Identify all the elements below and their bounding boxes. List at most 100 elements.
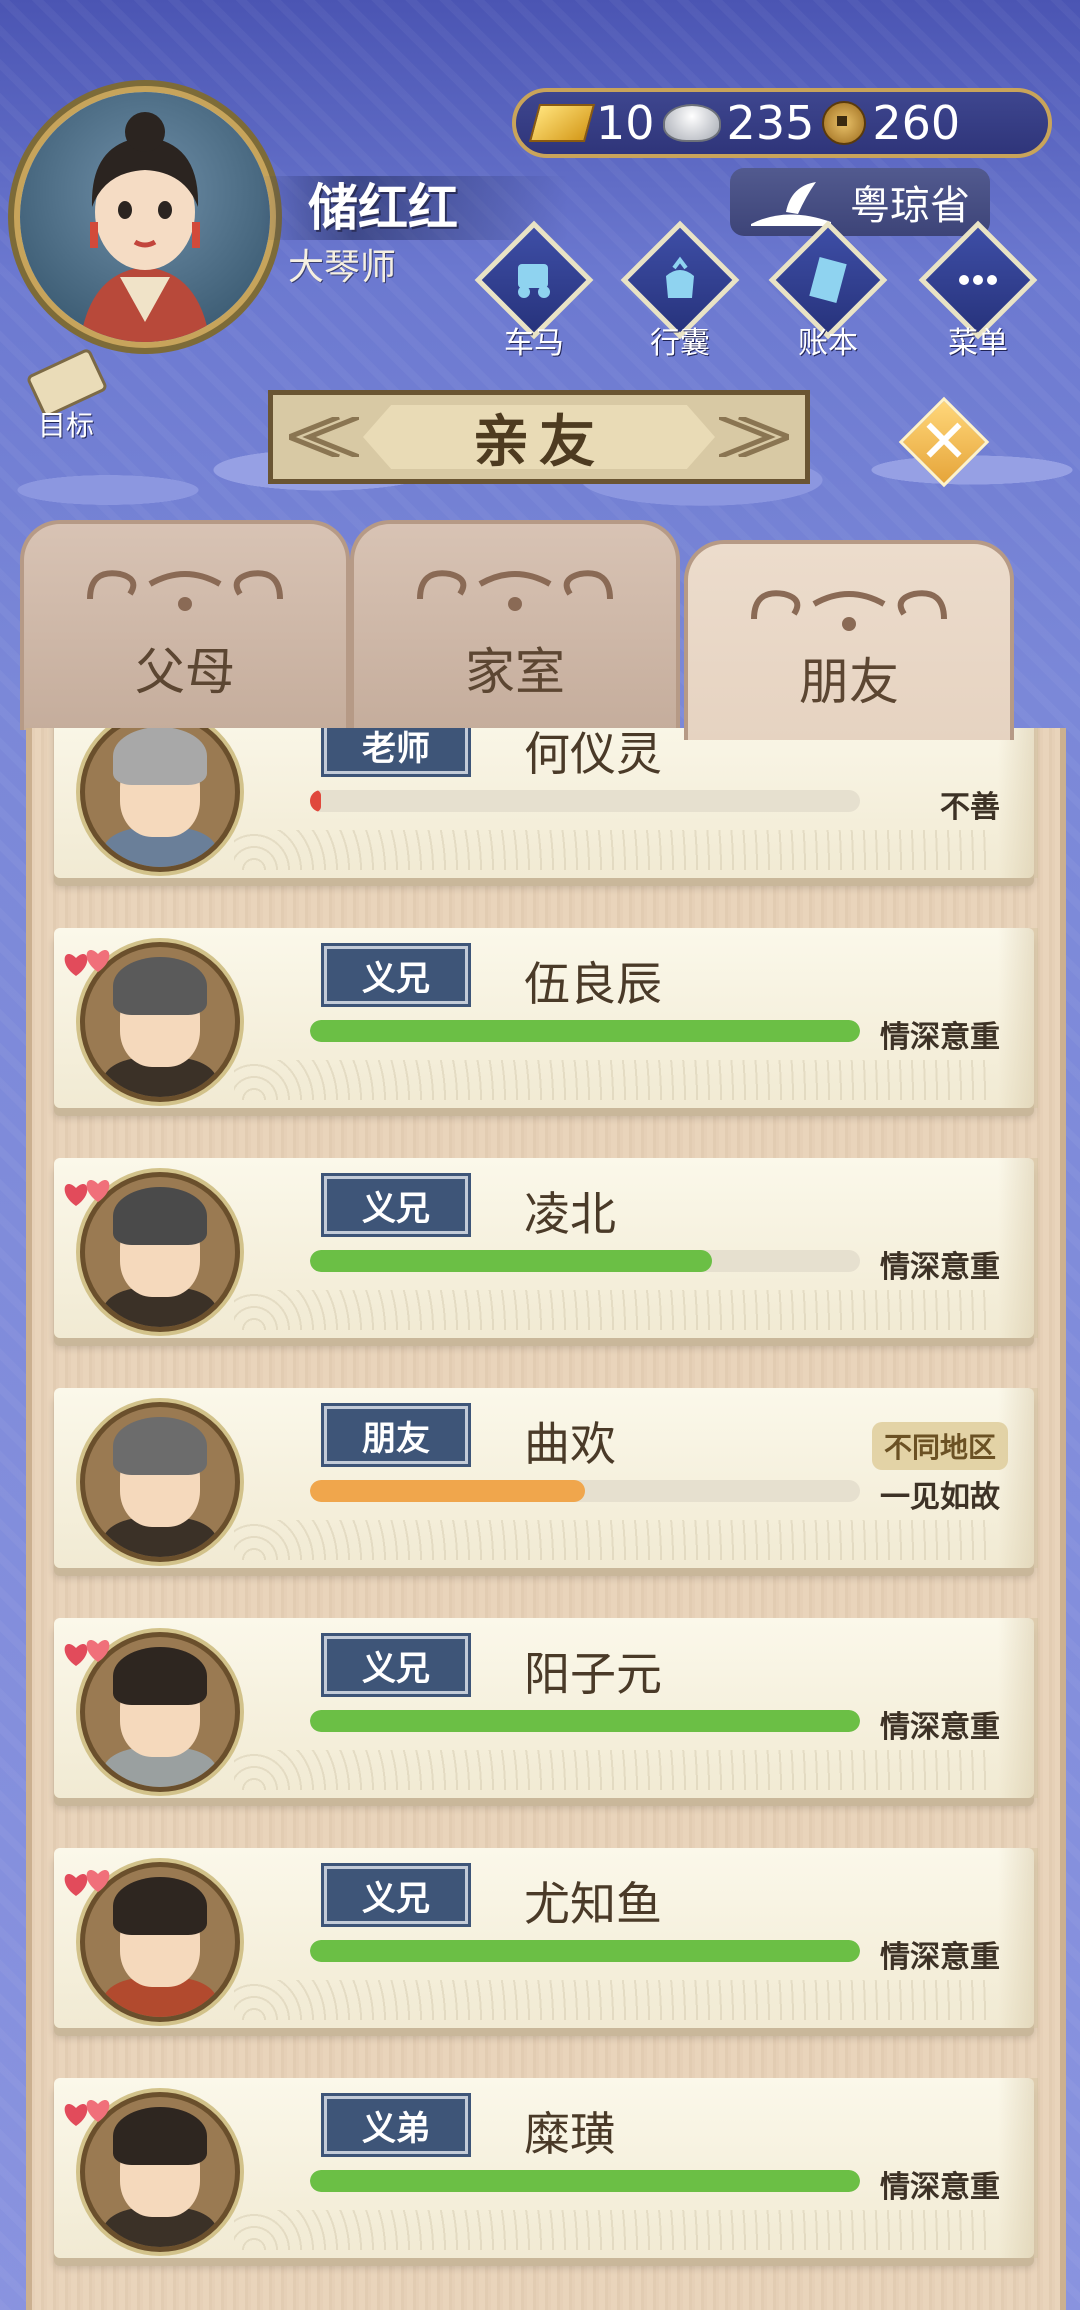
- wave-decoration: [234, 1750, 994, 1790]
- silver-counter: 235: [662, 96, 815, 150]
- affinity-bar-fill: [310, 1480, 585, 1502]
- affinity-bar-fill: [310, 1250, 712, 1272]
- player-title: 大琴师: [288, 247, 397, 288]
- tab-friends[interactable]: 朋友: [684, 540, 1014, 740]
- affinity-level: 情深意重: [880, 1020, 1000, 1055]
- menu-dots-icon: [959, 275, 997, 285]
- friend-name: 凌北: [524, 1187, 616, 1241]
- gold-value: 10: [596, 96, 655, 150]
- bag-label: 行囊: [650, 326, 710, 361]
- goal-label: 目标: [37, 409, 94, 442]
- friend-portrait[interactable]: [80, 1402, 240, 1562]
- affinity-bar: [310, 2170, 860, 2192]
- hearts-icon: [64, 1870, 110, 1896]
- friend-name: 何仪灵: [524, 728, 662, 781]
- province-label: 粤琼省: [850, 183, 970, 229]
- tab-friends-label: 朋友: [799, 653, 899, 711]
- friend-name: 伍良辰: [524, 957, 662, 1011]
- affinity-bar: [310, 790, 860, 812]
- silver-ingot-icon: [662, 104, 721, 142]
- cloud-ornament-icon: [417, 570, 613, 611]
- relation-badge: 义弟: [324, 2096, 468, 2154]
- affinity-bar-fill: [310, 1710, 860, 1732]
- friend-card[interactable]: 义兄 伍良辰情深意重: [54, 928, 1038, 1108]
- affinity-level: 情深意重: [880, 1710, 1000, 1745]
- wave-decoration: [234, 1290, 994, 1330]
- goal-button[interactable]: 目标: [16, 346, 116, 446]
- close-icon: ✕: [918, 407, 970, 477]
- carriage-label: 车马: [504, 326, 564, 361]
- calligraphy-brush-icon: [751, 182, 831, 226]
- friend-name: 糜璜: [524, 2107, 616, 2161]
- tab-family[interactable]: 家室: [350, 520, 680, 730]
- ledger-label: 账本: [798, 326, 858, 361]
- friends-list[interactable]: 老师 何仪灵 不善 义兄 伍良辰 情深意重 义兄 凌北 情深意重 朋友 曲欢 一见如故 不同地区 义兄 阳子…: [26, 728, 1066, 2310]
- copper-counter: 260: [822, 96, 960, 150]
- affinity-bar-fill: [310, 2170, 860, 2192]
- friend-name: 阳子元: [524, 1647, 662, 1701]
- player-name: 储红红: [260, 176, 568, 240]
- affinity-bar: [310, 1250, 860, 1272]
- friend-card[interactable]: 义弟 糜璜情深意重: [54, 2078, 1038, 2258]
- relation-badge: 义兄: [324, 1176, 468, 1234]
- silver-value: 235: [726, 96, 815, 150]
- friend-card[interactable]: 老师 何仪灵不善: [54, 728, 1038, 878]
- gold-ingot-icon: [528, 104, 596, 142]
- wave-decoration: [234, 830, 994, 870]
- affinity-level: 情深意重: [880, 2170, 1000, 2205]
- carriage-button[interactable]: 车马: [474, 220, 594, 361]
- relation-badge: 义兄: [324, 1636, 468, 1694]
- affinity-level: 一见如故: [880, 1480, 1000, 1515]
- menu-button[interactable]: 菜单: [918, 220, 1038, 361]
- gold-counter: 10: [528, 96, 655, 150]
- close-button[interactable]: ✕: [894, 392, 994, 492]
- province-button[interactable]: 粤琼省: [730, 168, 990, 236]
- relation-badge: 义兄: [324, 1866, 468, 1924]
- wave-decoration: [234, 1520, 994, 1560]
- friend-portrait[interactable]: [80, 728, 240, 872]
- affinity-bar: [310, 1480, 860, 1502]
- tab-parents-label: 父母: [135, 643, 235, 701]
- bag-button[interactable]: 行囊: [620, 220, 740, 361]
- tab-parents[interactable]: 父母: [20, 520, 350, 730]
- affinity-bar-fill: [310, 1020, 860, 1042]
- cloud-ornament-icon: [87, 570, 283, 611]
- hearts-icon: [64, 1640, 110, 1666]
- friend-card[interactable]: 义兄 凌北情深意重: [54, 1158, 1038, 1338]
- copper-value: 260: [872, 96, 961, 150]
- friend-card[interactable]: 朋友 曲欢一见如故 不同地区: [54, 1388, 1038, 1568]
- hearts-icon: [64, 2100, 110, 2126]
- hearts-icon: [64, 1180, 110, 1206]
- affinity-level: 不善: [940, 790, 1000, 825]
- affinity-bar: [310, 1020, 860, 1042]
- affinity-bar-fill: [310, 1940, 860, 1962]
- currency-bar: 10 235 260: [512, 88, 1052, 158]
- chevron-right-icon: [719, 417, 789, 457]
- friend-card[interactable]: 义兄 尤知鱼情深意重: [54, 1848, 1038, 2028]
- friend-card[interactable]: 义兄 阳子元情深意重: [54, 1618, 1038, 1798]
- affinity-bar-fill: [310, 790, 321, 812]
- relation-badge: 义兄: [324, 946, 468, 1004]
- menu-label: 菜单: [948, 326, 1008, 361]
- wave-decoration: [234, 2210, 994, 2250]
- bag-icon: [666, 256, 694, 298]
- carriage-icon: [518, 264, 550, 298]
- copper-coin-icon: [822, 101, 867, 145]
- friend-name: 曲欢: [524, 1417, 616, 1471]
- section-banner: 亲友: [268, 390, 810, 484]
- wave-decoration: [234, 1060, 994, 1100]
- relation-badge: 朋友: [324, 1406, 468, 1464]
- region-tag: 不同地区: [871, 1422, 1008, 1470]
- relation-badge: 老师: [324, 728, 468, 774]
- friend-name: 尤知鱼: [524, 1877, 662, 1931]
- player-portrait-icon: [80, 112, 210, 342]
- affinity-level: 情深意重: [880, 1940, 1000, 1975]
- ledger-icon: [809, 257, 847, 303]
- ledger-button[interactable]: 账本: [768, 220, 888, 361]
- player-avatar[interactable]: [14, 86, 276, 348]
- affinity-bar: [310, 1940, 860, 1962]
- cloud-ornament-icon: [751, 590, 947, 631]
- wave-decoration: [234, 1980, 994, 2020]
- affinity-bar: [310, 1710, 860, 1732]
- affinity-level: 情深意重: [880, 1250, 1000, 1285]
